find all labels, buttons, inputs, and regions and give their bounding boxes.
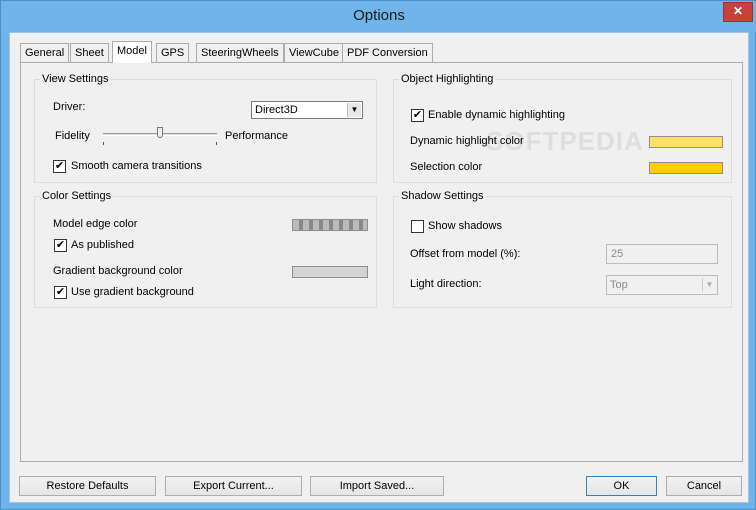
enable-highlighting-label: Enable dynamic highlighting [428,109,565,121]
fidelity-label: Fidelity [55,130,90,142]
slider-tick-min [103,142,104,145]
light-direction-select[interactable]: Top ▼ [606,275,718,295]
restore-defaults-button[interactable]: Restore Defaults [19,476,156,496]
import-saved-button[interactable]: Import Saved... [310,476,444,496]
tab-steeringwheels[interactable]: SteeringWheels [196,43,284,62]
view-settings-group: View Settings Driver: Direct3D ▼ Fidelit… [34,73,377,183]
title-bar[interactable]: Options ✕ [1,1,756,32]
tab-model[interactable]: Model [112,41,152,63]
performance-label: Performance [225,130,288,142]
selection-color-swatch[interactable] [649,162,723,174]
options-window: Options ✕ General Sheet Model GPS Steeri… [0,0,756,510]
tab-viewcube[interactable]: ViewCube [284,43,344,62]
light-direction-value: Top [610,279,628,291]
chevron-down-icon[interactable]: ▼ [702,278,716,292]
color-settings-group: Color Settings Model edge color ✔ As pub… [34,190,377,308]
model-edge-color-label: Model edge color [53,218,138,230]
dialog-client: General Sheet Model GPS SteeringWheels V… [9,32,749,503]
shadow-settings-group: Shadow Settings Show shadows Offset from… [393,190,732,308]
show-shadows-label: Show shadows [428,220,502,232]
gradient-color-swatch[interactable] [292,266,368,278]
driver-value: Direct3D [255,104,298,116]
tab-sheet[interactable]: Sheet [70,43,109,62]
model-edge-color-swatch[interactable] [292,219,368,231]
use-gradient-label: Use gradient background [71,286,194,298]
color-settings-legend: Color Settings [42,190,112,202]
smooth-transitions-checkbox[interactable]: ✔ [53,160,66,173]
tab-general[interactable]: General [20,43,70,62]
dynamic-highlight-color-swatch[interactable] [649,136,723,148]
gradient-color-label: Gradient background color [53,265,183,277]
as-published-label: As published [71,239,134,251]
tab-gps[interactable]: GPS [156,43,190,62]
dynamic-highlight-color-label: Dynamic highlight color [410,135,524,147]
cancel-button[interactable]: Cancel [666,476,742,496]
object-highlighting-legend: Object Highlighting [401,73,494,85]
shadow-settings-legend: Shadow Settings [401,190,484,202]
driver-label: Driver: [53,101,86,113]
close-icon[interactable]: ✕ [723,2,753,22]
chevron-down-icon[interactable]: ▼ [347,103,361,117]
driver-select[interactable]: Direct3D ▼ [251,101,363,119]
export-current-button[interactable]: Export Current... [165,476,302,496]
offset-input[interactable]: 25 [606,244,718,264]
light-direction-label: Light direction: [410,278,482,290]
use-gradient-checkbox[interactable]: ✔ [54,286,67,299]
show-shadows-checkbox[interactable] [411,220,424,233]
offset-label: Offset from model (%): [410,248,521,260]
view-settings-legend: View Settings [42,73,109,85]
selection-color-label: Selection color [410,161,483,173]
object-highlighting-group: Object Highlighting ✔ Enable dynamic hig… [393,73,732,183]
tab-pdf-conversion[interactable]: PDF Conversion [342,43,433,62]
model-tab-panel: SOFTPEDIA View Settings Driver: Direct3D… [20,62,743,462]
slider-tick-max [216,142,217,145]
window-title: Options [353,7,405,24]
as-published-checkbox[interactable]: ✔ [54,239,67,252]
smooth-transitions-label: Smooth camera transitions [71,160,202,172]
fidelity-slider-thumb[interactable] [157,127,163,138]
ok-button[interactable]: OK [586,476,657,496]
enable-highlighting-checkbox[interactable]: ✔ [411,109,424,122]
